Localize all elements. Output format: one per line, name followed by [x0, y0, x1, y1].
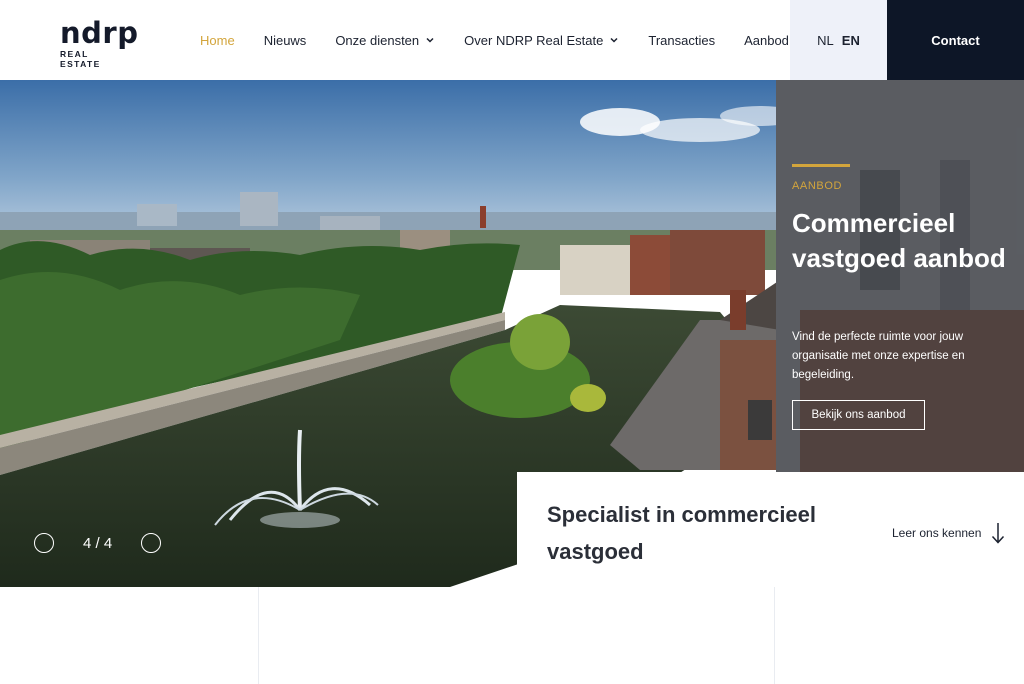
- circle-prev-icon[interactable]: [34, 533, 54, 553]
- nav-services-label: Onze diensten: [335, 32, 420, 48]
- grid-divider: [258, 587, 259, 684]
- nav-transactions-label: Transacties: [648, 32, 716, 48]
- grid-divider: [774, 587, 775, 684]
- lang-nl[interactable]: NL: [817, 33, 834, 48]
- hero-text: Vind de perfecte ruimte voor jouw organi…: [792, 331, 965, 381]
- nav-home[interactable]: Home: [200, 33, 235, 48]
- nav-news-label: Nieuws: [263, 32, 307, 48]
- nav-about[interactable]: Over NDRP Real Estate: [464, 33, 619, 48]
- nav-transactions[interactable]: Transacties: [648, 33, 715, 48]
- nav-news[interactable]: Nieuws: [264, 33, 307, 48]
- view-listings-button[interactable]: Bekijk ons aanbod: [792, 400, 925, 430]
- nav-about-label: Over NDRP Real Estate: [464, 32, 604, 48]
- intro-card: Specialist in commercieel vastgoed Leer …: [517, 472, 1024, 684]
- learn-more-link[interactable]: Leer ons kennen: [892, 522, 1005, 544]
- nav-services[interactable]: Onze diensten: [335, 33, 435, 48]
- learn-more-label: Leer ons kennen: [892, 526, 982, 540]
- arrow-down-icon: [992, 523, 1005, 544]
- lang-en[interactable]: EN: [842, 33, 860, 48]
- chevron-down-icon: [610, 37, 618, 43]
- contact-button[interactable]: Contact: [887, 0, 1024, 80]
- circle-next-icon[interactable]: [141, 533, 162, 553]
- accent-rule: [792, 164, 850, 167]
- logo[interactable]: ndrp REAL ESTATE: [60, 16, 139, 69]
- slide-counter: 4 / 4: [83, 534, 113, 552]
- site-header: ndrp REAL ESTATE Home Nieuws Onze dienst…: [0, 0, 1024, 80]
- main-nav: Home Nieuws Onze diensten Over NDRP Real…: [200, 0, 789, 80]
- nav-listings-label: Aanbod: [744, 32, 789, 48]
- slider-controls: 4 / 4: [34, 532, 162, 554]
- hero-eyebrow: AANBOD: [792, 180, 843, 192]
- hero-heading: Commercieel vastgoed aanbod: [792, 208, 1006, 273]
- logo-wordmark: ndrp: [60, 16, 139, 50]
- language-switcher: NL EN: [790, 0, 887, 80]
- chevron-down-icon: [426, 37, 434, 43]
- hero-overlay-panel: AANBOD Commercieel vastgoed aanbod Vind …: [776, 80, 1024, 472]
- nav-home-label: Home: [200, 32, 235, 48]
- intro-title: Specialist in commercieel vastgoed: [547, 502, 817, 564]
- nav-listings[interactable]: Aanbod: [744, 33, 789, 48]
- logo-tagline: REAL ESTATE: [60, 49, 101, 69]
